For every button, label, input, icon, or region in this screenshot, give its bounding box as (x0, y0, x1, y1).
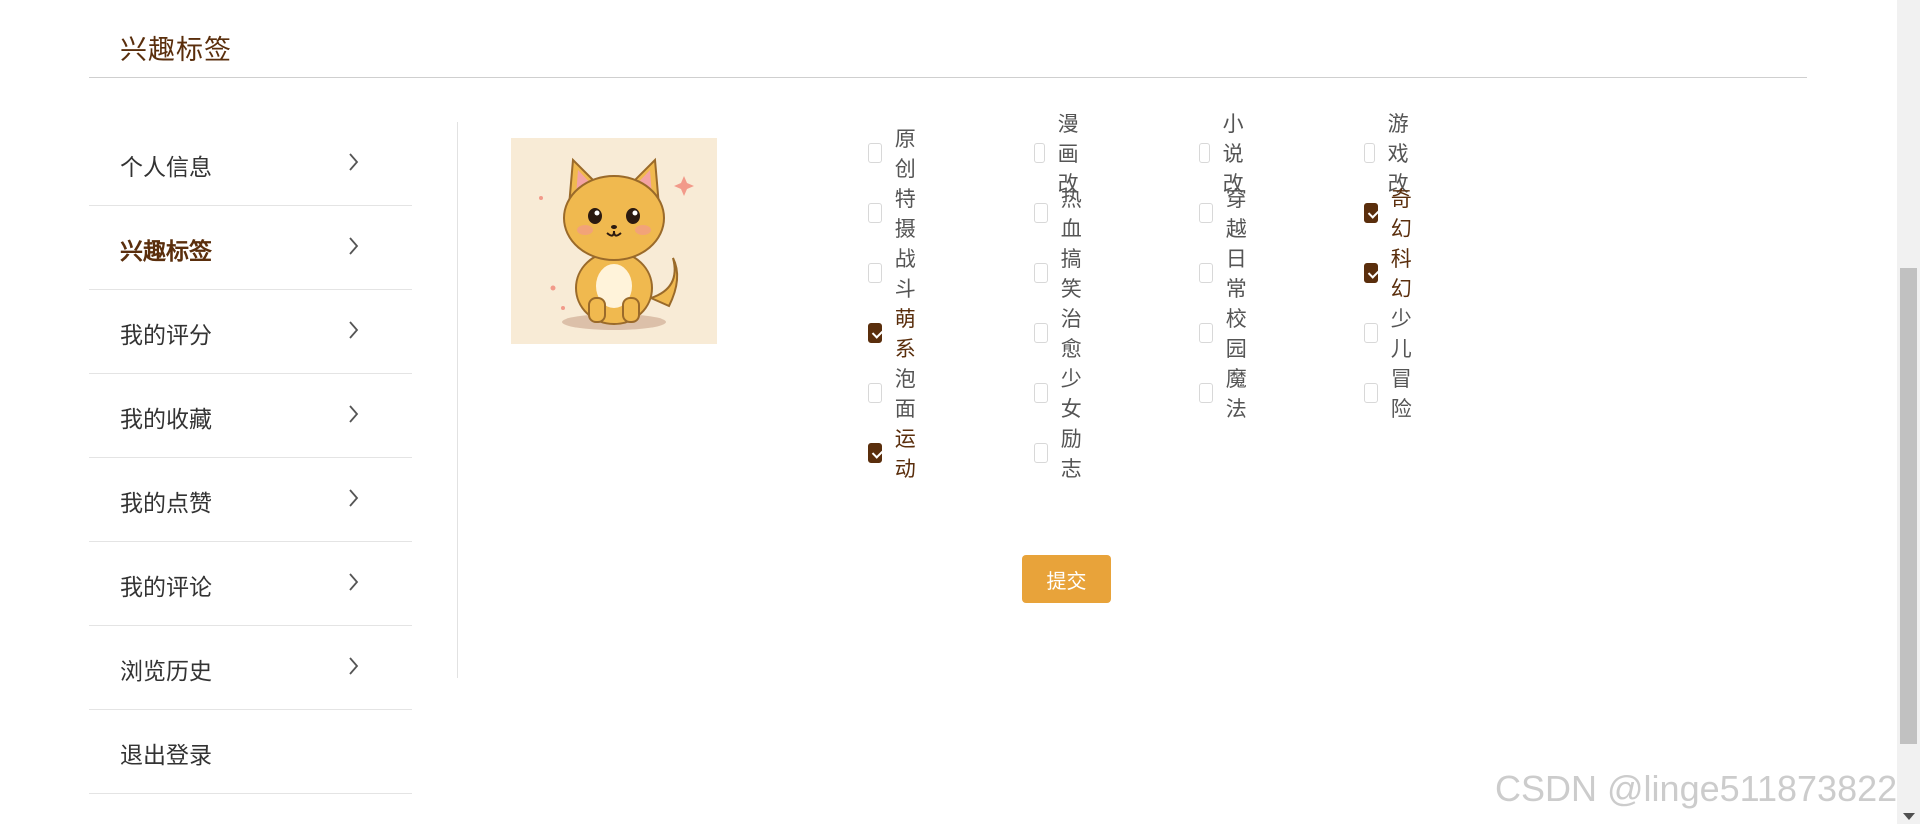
sidebar-item[interactable]: 我的收藏 (89, 374, 412, 458)
checkbox-icon[interactable] (868, 383, 882, 403)
chevron-right-icon (348, 235, 360, 257)
tag-checkbox[interactable]: 冒险 (1364, 367, 1418, 421)
checkbox-icon[interactable] (868, 323, 882, 343)
tag-checkbox[interactable]: 热血 (1034, 187, 1088, 241)
tag-checkbox[interactable]: 少女 (1034, 367, 1088, 421)
sidebar-item-label: 我的评分 (120, 323, 212, 349)
chevron-right-icon (348, 655, 360, 677)
chevron-right-icon (348, 403, 360, 425)
tag-checkbox[interactable]: 穿越 (1199, 187, 1253, 241)
sidebar-item-label: 个人信息 (120, 155, 212, 181)
sidebar-item-label: 我的收藏 (120, 407, 212, 433)
tag-label: 穿越 (1225, 187, 1247, 241)
checkbox-icon[interactable] (1034, 443, 1048, 463)
tag-checkbox[interactable]: 原创 (868, 127, 922, 181)
sidebar-item[interactable]: 兴趣标签 (89, 206, 412, 290)
checkbox-icon[interactable] (1364, 323, 1378, 343)
tag-label: 魔法 (1225, 367, 1247, 421)
scrollbar-thumb[interactable] (1900, 268, 1917, 744)
tag-checkbox[interactable]: 日常 (1199, 247, 1253, 301)
chevron-right-icon (348, 319, 360, 341)
tag-label: 日常 (1225, 247, 1247, 301)
tag-checkbox[interactable]: 小说改 (1199, 112, 1253, 196)
sidebar-item[interactable]: 我的评分 (89, 290, 412, 374)
sidebar-item-label: 我的点赞 (120, 491, 212, 517)
watermark: CSDN @linge511873822 (1495, 768, 1898, 809)
tag-label: 治愈 (1060, 307, 1082, 361)
tag-checkbox[interactable]: 运动 (868, 427, 922, 481)
tag-checkbox[interactable]: 少儿 (1364, 307, 1418, 361)
tag-checkbox[interactable]: 特摄 (868, 187, 922, 241)
sidebar-item[interactable]: 我的点赞 (89, 458, 412, 542)
tag-checkbox[interactable]: 校园 (1199, 307, 1253, 361)
sidebar-item[interactable]: 浏览历史 (89, 626, 412, 710)
tag-checkbox[interactable]: 泡面 (868, 367, 922, 421)
checkbox-icon[interactable] (1199, 203, 1213, 223)
scrollbar[interactable] (1897, 0, 1920, 824)
sidebar: 个人信息兴趣标签我的评分我的收藏我的点赞我的评论浏览历史退出登录 (89, 122, 412, 794)
chevron-right-icon (348, 151, 360, 173)
checkbox-icon[interactable] (1199, 263, 1213, 283)
chevron-right-icon (348, 571, 360, 593)
tag-label: 萌系 (894, 307, 916, 361)
sidebar-item[interactable]: 退出登录 (89, 710, 412, 794)
sidebar-item[interactable]: 个人信息 (89, 122, 412, 206)
sidebar-item-label: 退出登录 (120, 743, 212, 769)
tag-label: 运动 (894, 427, 916, 481)
tag-checkbox[interactable]: 战斗 (868, 247, 922, 301)
tag-checkbox[interactable]: 励志 (1034, 427, 1088, 481)
tag-checkbox[interactable]: 漫画改 (1034, 112, 1088, 196)
scroll-down-arrow-icon[interactable] (1903, 813, 1915, 820)
checkbox-icon[interactable] (1034, 263, 1048, 283)
sidebar-item-label: 浏览历史 (120, 659, 212, 685)
tag-label: 校园 (1225, 307, 1247, 361)
checkbox-icon[interactable] (1034, 203, 1048, 223)
checkbox-icon[interactable] (1199, 383, 1213, 403)
avatar (511, 138, 717, 344)
sidebar-item[interactable]: 我的评论 (89, 542, 412, 626)
tag-label: 战斗 (894, 247, 916, 301)
tag-checkbox[interactable]: 奇幻 (1364, 187, 1418, 241)
tag-label: 少女 (1060, 367, 1082, 421)
checkbox-icon[interactable] (868, 143, 882, 163)
checkbox-icon[interactable] (1199, 323, 1213, 343)
tag-checkbox[interactable]: 魔法 (1199, 367, 1253, 421)
checkbox-icon[interactable] (868, 443, 882, 463)
tag-label: 少儿 (1390, 307, 1412, 361)
tag-checkbox[interactable]: 萌系 (868, 307, 922, 361)
tag-label: 搞笑 (1060, 247, 1082, 301)
cat-avatar-illustration (511, 138, 717, 344)
tag-label: 冒险 (1390, 367, 1412, 421)
checkbox-icon[interactable] (1364, 383, 1378, 403)
checkbox-icon[interactable] (1034, 383, 1048, 403)
tag-label: 泡面 (894, 367, 916, 421)
checkbox-icon[interactable] (1364, 263, 1378, 283)
checkbox-icon[interactable] (868, 263, 882, 283)
tag-label: 原创 (894, 127, 916, 181)
tag-checkbox[interactable]: 搞笑 (1034, 247, 1088, 301)
tag-label: 奇幻 (1390, 187, 1412, 241)
sidebar-item-label: 我的评论 (120, 575, 212, 601)
checkbox-icon[interactable] (1199, 143, 1210, 163)
vertical-divider (457, 122, 458, 678)
checkbox-icon[interactable] (868, 203, 882, 223)
tag-checkbox[interactable]: 治愈 (1034, 307, 1088, 361)
tag-label: 特摄 (894, 187, 916, 241)
tag-checkbox[interactable]: 游戏改 (1364, 112, 1418, 196)
chevron-right-icon (348, 487, 360, 509)
tag-label: 热血 (1060, 187, 1082, 241)
checkbox-icon[interactable] (1034, 323, 1048, 343)
tag-checkbox[interactable]: 科幻 (1364, 247, 1418, 301)
checkbox-icon[interactable] (1364, 203, 1378, 223)
submit-button[interactable]: 提交 (1022, 555, 1111, 603)
sidebar-item-label: 兴趣标签 (120, 239, 212, 265)
tag-label: 励志 (1060, 427, 1082, 481)
tag-label: 科幻 (1390, 247, 1412, 301)
checkbox-icon[interactable] (1364, 143, 1375, 163)
checkbox-icon[interactable] (1034, 143, 1045, 163)
page: 兴趣标签 个人信息 兴趣标签 我的评分 我的收藏 我的点赞 我的评论 浏览历史 退出登录 (0, 0, 1920, 824)
page-title: 兴趣标签 (120, 35, 232, 66)
header: 兴趣标签 (89, 0, 1807, 78)
